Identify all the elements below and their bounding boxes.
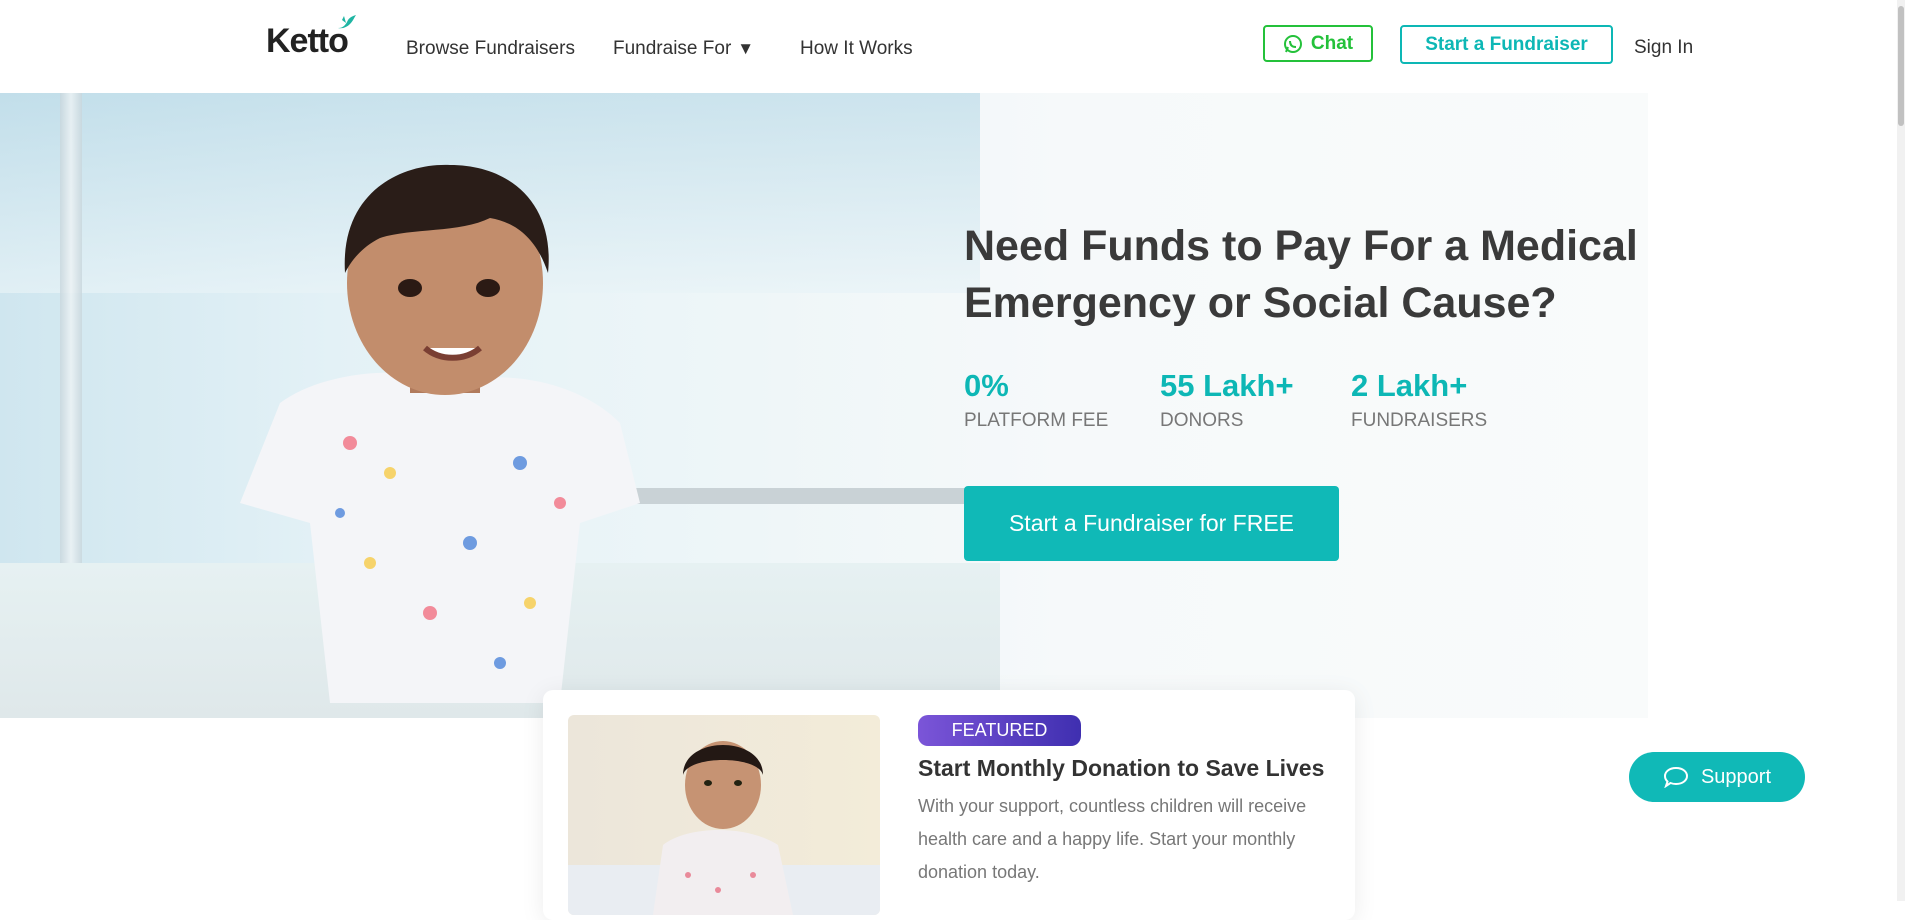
hero-title-line2: Emergency or Social Cause?	[964, 279, 1557, 327]
stat-value: 2 Lakh+	[1351, 368, 1468, 403]
nav-how-it-works[interactable]: How It Works	[800, 38, 913, 60]
ketto-logo[interactable]: Ketto	[266, 15, 356, 61]
scrollbar-thumb[interactable]	[1898, 6, 1904, 126]
featured-child-image	[568, 741, 880, 915]
stat-label: FUNDRAISERS	[1351, 410, 1488, 431]
hero-child-image	[240, 164, 640, 703]
stat-value: 55 Lakh+	[1160, 368, 1294, 403]
chat-label: Chat	[1310, 32, 1354, 54]
stat-donors: 55 Lakh+ DONORS	[1160, 368, 1294, 432]
support-button[interactable]: Support	[1629, 752, 1805, 802]
stat-label: PLATFORM FEE	[964, 410, 1109, 431]
sign-in-link[interactable]: Sign In	[1634, 37, 1693, 59]
start-fundraiser-free-button[interactable]: Start a Fundraiser for FREE	[964, 486, 1339, 561]
stat-value: 0%	[964, 368, 1009, 403]
featured-title[interactable]: Start Monthly Donation to Save Lives	[918, 755, 1324, 782]
nav-fundraise-for-label: Fundraise For	[613, 38, 732, 59]
caret-down-icon: ▼	[737, 39, 755, 58]
support-label: Support	[1700, 765, 1772, 788]
hero-section: Need Funds to Pay For a Medical Emergenc…	[0, 93, 1648, 718]
site-header: Ketto Browse Fundraisers Fundraise For ▼ …	[0, 0, 1905, 93]
page-scrollbar[interactable]	[1897, 0, 1905, 901]
hero-title-line1: Need Funds to Pay For a Medical	[964, 222, 1638, 270]
featured-description: With your support, countless children wi…	[918, 796, 1307, 882]
start-fundraiser-button[interactable]: Start a Fundraiser	[1400, 25, 1613, 64]
chat-bubble-icon	[1663, 766, 1688, 788]
nav-fundraise-for[interactable]: Fundraise For ▼	[613, 38, 754, 60]
featured-card[interactable]: FEATURED Start Monthly Donation to Save …	[543, 690, 1355, 920]
whatsapp-icon	[1283, 34, 1302, 53]
hero-title: Need Funds to Pay For a Medical Emergenc…	[964, 218, 1644, 332]
ketto-bird-icon	[338, 15, 356, 29]
stat-platform-fee: 0% PLATFORM FEE	[964, 368, 1108, 432]
stat-fundraisers: 2 Lakh+ FUNDRAISERS	[1351, 368, 1487, 432]
stat-label: DONORS	[1160, 410, 1244, 431]
chat-button[interactable]: Chat	[1263, 25, 1373, 62]
nav-browse-fundraisers[interactable]: Browse Fundraisers	[406, 38, 575, 60]
featured-badge: FEATURED	[918, 715, 1081, 746]
featured-image	[568, 715, 880, 915]
